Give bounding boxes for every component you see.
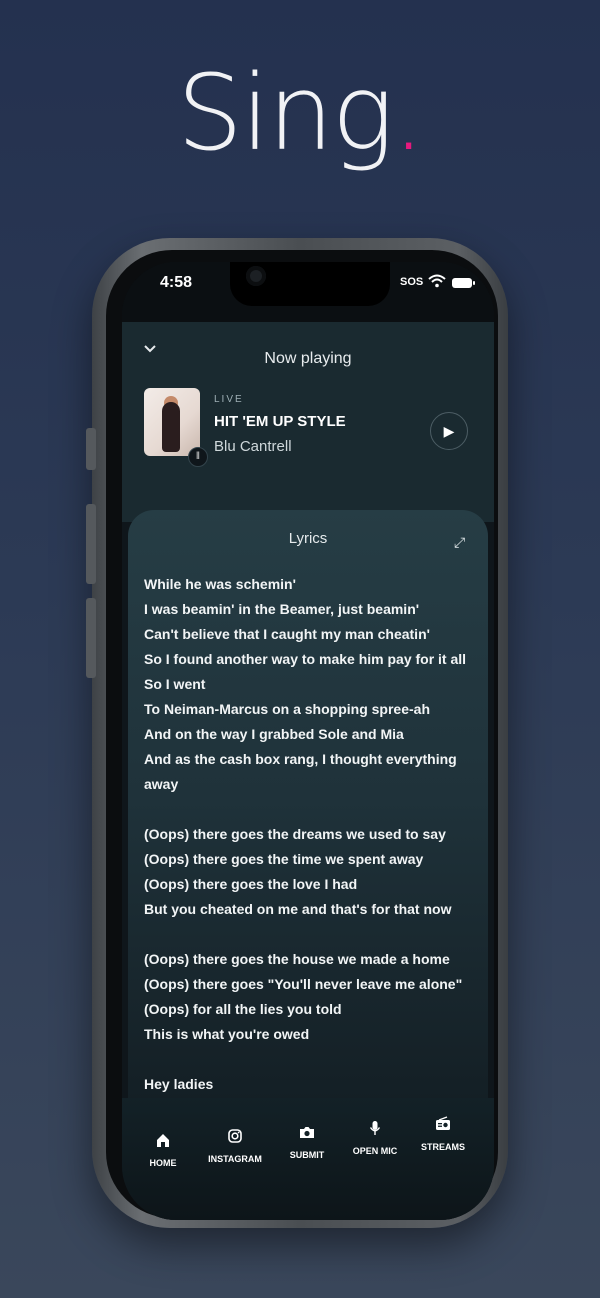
lyric-line: (Oops) there goes the dreams we used to … bbox=[144, 826, 446, 842]
instagram-icon bbox=[200, 1128, 270, 1146]
lyric-line: (Oops) there goes the time we spent away bbox=[144, 851, 424, 867]
side-button-silent bbox=[86, 428, 96, 470]
expand-icon[interactable]: ⤢ bbox=[454, 534, 465, 551]
side-button-volume-down bbox=[86, 598, 96, 678]
brand-name: Sing bbox=[176, 52, 394, 174]
sound-wave-icon: ‖ bbox=[188, 447, 208, 467]
lyric-line: This is what you're owed bbox=[144, 1026, 310, 1042]
lyrics-stanza-gap bbox=[144, 1047, 464, 1072]
app-logo: Sing. bbox=[0, 52, 600, 174]
home-icon bbox=[128, 1132, 198, 1150]
lyrics-title: Lyrics bbox=[288, 530, 328, 547]
album-cover bbox=[144, 388, 200, 456]
lyric-line: (Oops) for all the lies you told bbox=[144, 1001, 342, 1017]
lyric-line: (Oops) there goes the house we made a ho… bbox=[144, 951, 450, 967]
status-bar: 4:58 SOS bbox=[122, 262, 494, 322]
now-playing-title: Now playing bbox=[264, 350, 352, 367]
tab-label: STREAMS bbox=[420, 1142, 465, 1152]
lyric-line: So I found another way to make him pay f… bbox=[144, 651, 467, 667]
microphone-icon bbox=[340, 1120, 410, 1138]
tab-submit[interactable]: SUBMIT bbox=[272, 1124, 342, 1160]
tab-label: HOME bbox=[149, 1158, 177, 1168]
tab-label: INSTAGRAM bbox=[208, 1154, 262, 1164]
play-button[interactable]: ▶ bbox=[430, 412, 468, 450]
battery-icon bbox=[452, 278, 475, 288]
radio-icon bbox=[408, 1116, 478, 1134]
lyric-line: Hey ladies bbox=[144, 1076, 214, 1092]
lyric-line: Can't believe that I caught my man cheat… bbox=[144, 626, 430, 642]
camera-notch bbox=[230, 262, 390, 306]
brand-dot: . bbox=[392, 52, 425, 174]
tab-home[interactable]: HOME bbox=[128, 1132, 198, 1168]
cover-figure bbox=[162, 402, 180, 452]
play-icon: ▶ bbox=[443, 423, 455, 439]
side-button-volume-up bbox=[86, 504, 96, 584]
tab-instagram[interactable]: INSTAGRAM bbox=[200, 1128, 270, 1164]
tab-open-mic[interactable]: OPEN MIC bbox=[340, 1120, 410, 1156]
front-camera-icon bbox=[246, 266, 266, 286]
wifi-icon bbox=[428, 274, 446, 288]
tab-streams[interactable]: STREAMS bbox=[408, 1116, 478, 1152]
artist-name: Blu Cantrell bbox=[214, 438, 292, 455]
lyrics-stanza-gap bbox=[144, 797, 464, 822]
tab-label: SUBMIT bbox=[289, 1150, 325, 1160]
app-screen: 4:58 SOS Now playing ‖ LIVE HIT 'EM UP S… bbox=[122, 262, 494, 1220]
lyric-line: And as the cash box rang, I thought ever… bbox=[144, 751, 457, 767]
lyric-line: (Oops) there goes "You'll never leave me… bbox=[144, 976, 463, 992]
camera-icon bbox=[272, 1124, 342, 1142]
tab-label: OPEN MIC bbox=[352, 1146, 398, 1156]
song-title: HIT 'EM UP STYLE bbox=[214, 413, 346, 430]
status-time: 4:58 bbox=[160, 274, 193, 291]
lyric-line: away bbox=[144, 776, 179, 792]
tab-bar: HOME INSTAGRAM SUBMIT OPEN MIC STREAMS bbox=[122, 1098, 494, 1220]
lyrics-stanza-gap bbox=[144, 922, 464, 947]
lyric-line: To Neiman-Marcus on a shopping spree-ah bbox=[144, 701, 431, 717]
lyrics-text: While he was schemin' I was beamin' in th… bbox=[144, 572, 467, 1097]
lyric-line: I was beamin' in the Beamer, just beamin… bbox=[144, 601, 420, 617]
lyric-line: But you cheated on me and that's for tha… bbox=[144, 901, 452, 917]
lyric-line: So I went bbox=[144, 676, 206, 692]
phone-mockup: 4:58 SOS Now playing ‖ LIVE HIT 'EM UP S… bbox=[86, 238, 508, 1228]
sos-indicator: SOS bbox=[400, 276, 424, 288]
lyric-line: While he was schemin' bbox=[144, 576, 296, 592]
lyric-line: And on the way I grabbed Sole and Mia bbox=[144, 726, 404, 742]
live-badge: LIVE bbox=[214, 394, 244, 405]
lyric-line: (Oops) there goes the love I had bbox=[144, 876, 358, 892]
